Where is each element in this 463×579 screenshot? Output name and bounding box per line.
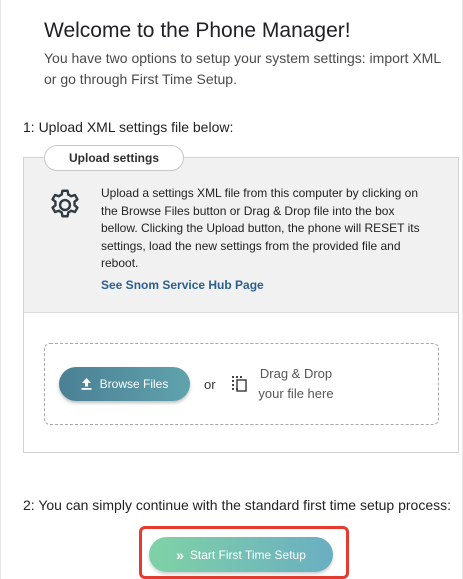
- browse-files-label: Browse Files: [99, 377, 169, 391]
- page-title: Welcome to the Phone Manager!: [44, 19, 351, 42]
- or-separator: or: [204, 377, 216, 392]
- drag-drop-line2: your file here: [258, 386, 334, 401]
- double-chevron-right-icon: »: [176, 546, 184, 563]
- drag-drop-icon: [232, 376, 247, 392]
- upload-settings-tab[interactable]: Upload settings: [44, 145, 184, 171]
- start-first-time-setup-button[interactable]: » Start First Time Setup: [149, 537, 333, 572]
- page-subtitle: You have two options to setup your syste…: [44, 50, 441, 87]
- upload-description: Upload a settings XML file from this com…: [101, 186, 420, 270]
- service-hub-link[interactable]: See Snom Service Hub Page: [101, 278, 264, 292]
- start-setup-label: Start First Time Setup: [189, 547, 306, 562]
- drag-drop-hint: Drag & Drop your file here: [254, 364, 338, 404]
- step2-heading: 2: You can simply continue with the stan…: [23, 497, 452, 513]
- step1-heading: 1: Upload XML settings file below:: [23, 119, 234, 135]
- gear-icon: [51, 189, 79, 218]
- browse-files-button[interactable]: Browse Files: [59, 367, 190, 401]
- upload-icon: [81, 378, 92, 390]
- drag-drop-line1: Drag & Drop: [259, 366, 333, 381]
- left-border: [0, 0, 1, 579]
